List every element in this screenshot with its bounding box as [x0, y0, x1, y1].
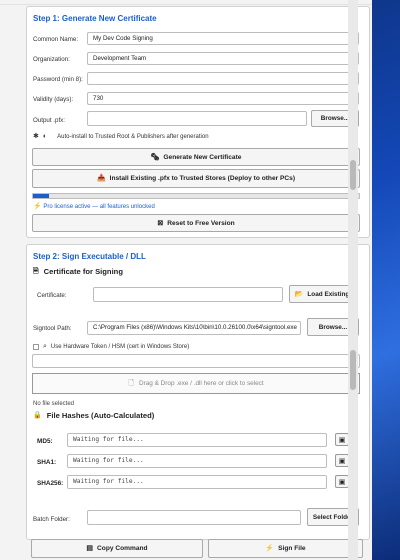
progress-bar: [32, 193, 360, 199]
md5-field[interactable]: Waiting for file...: [67, 433, 327, 447]
gear-icon: ◐: [42, 133, 48, 140]
signtool-field[interactable]: C:\Program Files (x86)\Windows Kits\10\b…: [87, 321, 301, 335]
batch-field[interactable]: [87, 510, 301, 525]
certificate-icon: 🗎: [33, 268, 39, 275]
sha1-field[interactable]: Waiting for file...: [67, 454, 327, 468]
token-field[interactable]: [32, 354, 360, 368]
generate-certificate-button[interactable]: 🗞 Generate New Certificate: [32, 148, 360, 166]
scrollbar-thumb[interactable]: [350, 350, 356, 390]
lightning-icon: ⚡: [33, 203, 42, 210]
sign-file-label: Sign File: [278, 545, 306, 552]
output-label: Output .pfx:: [33, 117, 65, 124]
sha256-field[interactable]: Waiting for file...: [67, 475, 327, 489]
common-name-label: Common Name:: [33, 36, 79, 43]
file-icon: 🗋: [128, 380, 134, 387]
sign-file-button[interactable]: ⚡ Sign File: [208, 539, 363, 558]
no-file-text: No file selected: [33, 401, 75, 407]
common-name-field[interactable]: My Dev Code Signing: [87, 32, 359, 45]
step1-panel: Step 1: Generate New Certificate Common …: [26, 6, 370, 238]
cert-section-title: Certificate for Signing: [43, 267, 123, 276]
output-field[interactable]: [87, 111, 307, 126]
drop-zone[interactable]: 🗋 Drag & Drop .exe / .dll here or click …: [32, 373, 360, 394]
sha1-label: SHA1:: [37, 459, 57, 466]
load-existing-button[interactable]: 📂 Load Existing: [289, 285, 355, 303]
scrollbar[interactable]: [348, 0, 358, 560]
hashes-title: File Hashes (Auto-Calculated): [46, 411, 155, 420]
signtool-label: Signtool Path:: [33, 325, 72, 332]
sha256-label: SHA256:: [37, 480, 64, 487]
copy-icon[interactable]: ▣: [335, 475, 349, 488]
license-text: Pro license active — all features unlock…: [43, 204, 155, 210]
organization-field[interactable]: Development Team: [87, 52, 359, 65]
scrollbar-thumb[interactable]: [350, 160, 356, 190]
hardware-token-row[interactable]: ⌕ Use Hardware Token / HSM (cert in Wind…: [33, 343, 189, 350]
certificate-field[interactable]: [93, 287, 283, 302]
generate-certificate-label: Generate New Certificate: [163, 153, 242, 161]
hardware-token-checkbox[interactable]: [33, 343, 39, 350]
load-existing-label: Load Existing: [307, 290, 350, 298]
reset-icon: ⊠: [157, 219, 164, 227]
step1-title: Step 1: Generate New Certificate: [33, 14, 157, 23]
password-field[interactable]: [87, 72, 359, 85]
hash-icon: 🔒: [33, 412, 42, 419]
validity-field[interactable]: 730: [87, 92, 359, 105]
md5-label: MD5:: [37, 438, 53, 445]
certificate-label: Certificate:: [37, 292, 67, 299]
step2-panel: Step 2: Sign Executable / DLL 🗎 Certific…: [26, 244, 370, 540]
validity-label: Validity (days):: [33, 96, 74, 103]
app-window: Step 1: Generate New Certificate Common …: [0, 0, 372, 560]
step2-title: Step 2: Sign Executable / DLL: [33, 252, 146, 261]
organization-label: Organization:: [33, 56, 70, 63]
search-icon: ⌕: [43, 343, 47, 350]
batch-label: Batch Folder:: [33, 516, 70, 523]
progress-fill: [33, 194, 50, 198]
install-pfx-button[interactable]: 📥 Install Existing .pfx to Trusted Store…: [32, 169, 360, 188]
hashes-header: 🔒 File Hashes (Auto-Calculated): [33, 411, 154, 420]
password-label: Password (min 8):: [33, 76, 83, 83]
top-strip: [0, 0, 372, 5]
copy-icon[interactable]: ▣: [335, 454, 349, 467]
certificate-icon: 🗞: [150, 153, 160, 161]
install-pfx-label: Install Existing .pfx to Trusted Stores …: [109, 175, 296, 182]
copy-command-button[interactable]: ▤ Copy Command: [31, 539, 203, 558]
folder-icon: 📂: [294, 290, 304, 298]
auto-install-label: Auto-install to Trusted Root & Publisher…: [57, 133, 209, 140]
install-icon: 📥: [96, 175, 106, 182]
reset-free-label: Reset to Free Version: [167, 219, 235, 227]
lightning-icon: ⚡: [265, 545, 275, 552]
copy-icon[interactable]: ▣: [335, 433, 349, 446]
cert-section-header: 🗎 Certificate for Signing: [33, 267, 123, 276]
star-icon: ✱: [33, 133, 39, 140]
reset-free-button[interactable]: ⊠ Reset to Free Version: [32, 214, 360, 232]
drop-text: Drag & Drop .exe / .dll here or click to…: [138, 380, 264, 387]
copy-icon: ▤: [86, 545, 94, 552]
license-status: ⚡ Pro license active — all features unlo…: [33, 203, 155, 210]
hardware-token-label: Use Hardware Token / HSM (cert in Window…: [50, 343, 190, 350]
auto-install-row[interactable]: ✱ ◐ Auto-install to Trusted Root & Publi…: [33, 133, 209, 140]
copy-command-label: Copy Command: [97, 545, 148, 552]
